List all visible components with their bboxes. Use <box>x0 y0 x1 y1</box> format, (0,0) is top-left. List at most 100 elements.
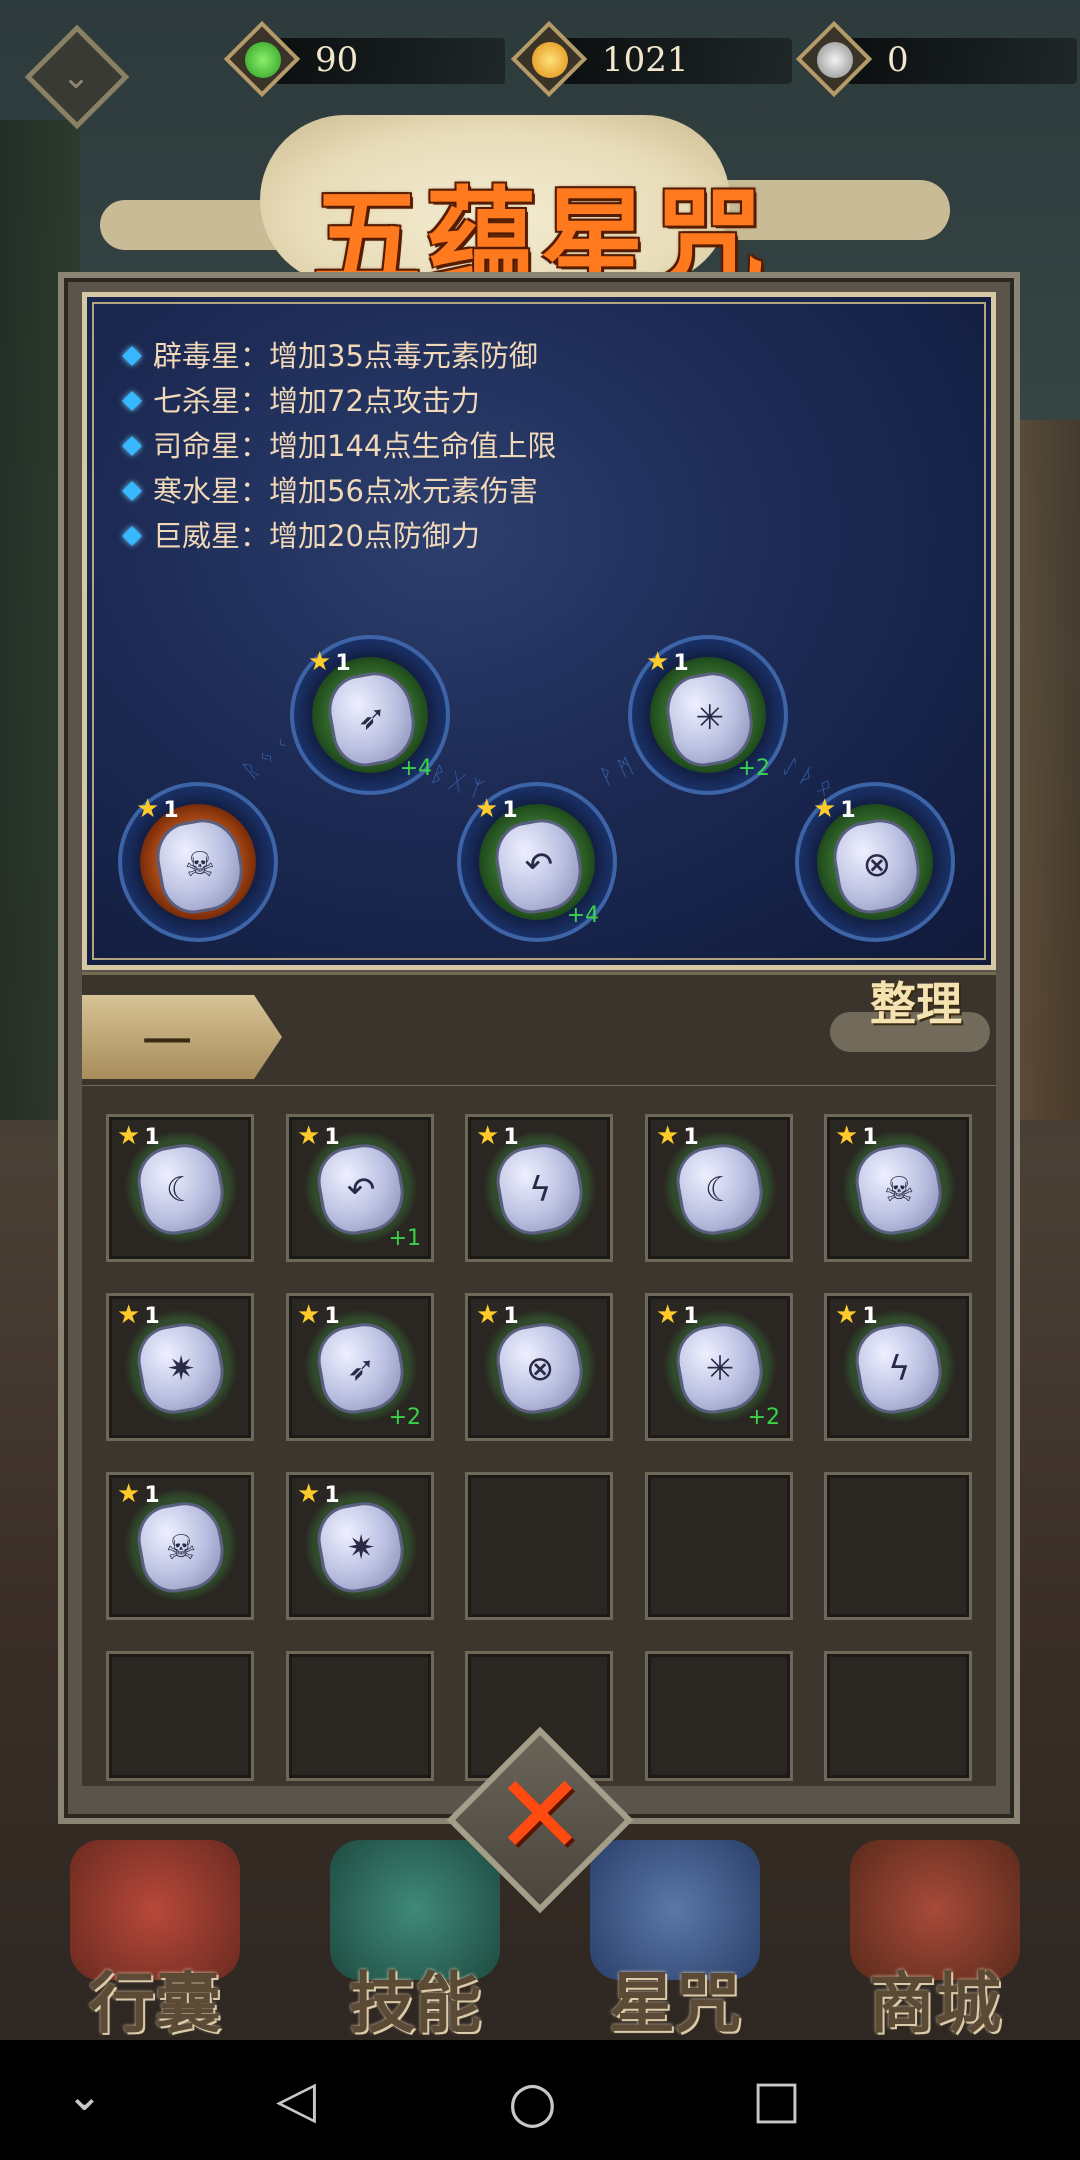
back-triangle-icon[interactable]: ◁ <box>276 2070 316 2130</box>
bonus-line: 寒水星：增加56点冰元素伤害 <box>122 468 538 510</box>
empty-inventory-cell[interactable] <box>645 1472 793 1620</box>
star-icon: ★ <box>835 1121 859 1151</box>
tab-page-one[interactable]: 一 <box>82 995 282 1079</box>
inventory-cell[interactable]: ↶ ★ 1 +1 <box>286 1114 434 1262</box>
diamond-bullet-icon <box>122 346 142 366</box>
star-level: ★ 1 <box>297 1121 340 1151</box>
nav-bag[interactable]: 行囊 <box>40 1830 270 2042</box>
empty-inventory-cell[interactable] <box>465 1472 613 1620</box>
background-building <box>1010 420 1080 1120</box>
star-icon: ★ <box>813 794 837 824</box>
empty-inventory-cell[interactable] <box>106 1651 254 1781</box>
inventory-cell[interactable]: ☠ ★ 1 <box>824 1114 972 1262</box>
star-level: ★ 1 <box>117 1300 160 1330</box>
skull-icon: ☠ <box>184 845 216 886</box>
equipped-slot[interactable]: ➶ ★ 1 +4 <box>290 635 450 795</box>
recents-square-icon[interactable]: □ <box>752 2070 801 2130</box>
diamond-bullet-icon <box>122 481 142 501</box>
resource-bar <box>847 38 1077 84</box>
star-icon: ★ <box>476 1300 500 1330</box>
skull-icon: ☠ <box>165 1527 197 1568</box>
yin-yang-icon <box>795 20 873 98</box>
snowflake-icon: ✳ <box>705 1348 735 1389</box>
star-level: ★ 1 <box>835 1300 878 1330</box>
star-icon: ★ <box>136 794 160 824</box>
equipped-slot[interactable]: ↶ ★ 1 +4 <box>457 782 617 942</box>
resource-bar <box>275 38 505 84</box>
menu-toggle-button[interactable]: ⌄ <box>22 22 132 132</box>
empty-inventory-cell[interactable] <box>645 1651 793 1781</box>
star-icon: ★ <box>117 1479 141 1509</box>
star-icon: ★ <box>117 1121 141 1151</box>
star-level: ★ 1 <box>646 647 689 677</box>
resource-gold: 1021 <box>510 18 792 104</box>
resource-yinyang-value: 0 <box>887 40 909 80</box>
star-icon: ★ <box>117 1300 141 1330</box>
resource-water-value: 90 <box>315 40 359 80</box>
star-level: ★ 1 <box>656 1121 699 1151</box>
star-level: ★ 1 <box>297 1479 340 1509</box>
inventory-cell[interactable]: ➶ ★ 1 +2 <box>286 1293 434 1441</box>
star-icon: ★ <box>297 1300 321 1330</box>
crack-icon: ϟ <box>887 1348 911 1389</box>
bonus-line: 辟毒星：增加35点毒元素防御 <box>122 333 538 375</box>
inventory-cell[interactable]: ϟ ★ 1 <box>824 1293 972 1441</box>
bonus-line: 司命星：增加144点生命值上限 <box>122 423 556 465</box>
bonus-line: 七杀星：增加72点攻击力 <box>122 378 480 420</box>
crack-icon: ϟ <box>528 1169 552 1210</box>
star-level: ★ 1 <box>117 1121 160 1151</box>
sort-button[interactable]: 整理 <box>870 981 962 1027</box>
star-icon: ★ <box>646 647 670 677</box>
inventory-cell[interactable]: ☠ ★ 1 <box>106 1472 254 1620</box>
star-level: ★ 1 <box>475 794 518 824</box>
chevron-down-icon[interactable]: ⌄ <box>66 2070 103 2121</box>
diamond-bullet-icon <box>122 526 142 546</box>
star-icon: ★ <box>656 1300 680 1330</box>
star-level: ★ 1 <box>656 1300 699 1330</box>
star-icon: ★ <box>656 1121 680 1151</box>
star-level: ★ 1 <box>835 1121 878 1151</box>
close-button[interactable]: ✕ <box>440 1720 640 1920</box>
flame-icon: ☾ <box>165 1169 197 1210</box>
sun-shield-icon: ✷ <box>346 1527 376 1568</box>
equipped-slot[interactable]: ✳ ★ 1 +2 <box>628 635 788 795</box>
diamond-bullet-icon <box>122 436 142 456</box>
star-level: ★ 1 <box>297 1300 340 1330</box>
inventory-cell[interactable]: ⊗ ★ 1 <box>465 1293 613 1441</box>
shield-cross-icon: ⊗ <box>862 845 892 886</box>
star-level: ★ 1 <box>476 1121 519 1151</box>
resource-water: 90 <box>223 18 505 104</box>
flex-arm-icon: ↶ <box>524 845 554 886</box>
inventory-cell[interactable]: ✳ ★ 1 +2 <box>645 1293 793 1441</box>
star-icon: ★ <box>297 1479 321 1509</box>
equipped-slot[interactable]: ☠ ★ 1 <box>118 782 278 942</box>
nav-shop[interactable]: 商城 <box>820 1830 1050 2042</box>
star-icon: ★ <box>475 794 499 824</box>
water-drop-icon <box>223 20 301 98</box>
enhance-level: +2 <box>388 1405 421 1430</box>
system-navigation-bar: ⌄ ◁ ○ □ <box>0 2040 1080 2160</box>
star-level: ★ 1 <box>476 1300 519 1330</box>
inventory-cell[interactable]: ☾ ★ 1 <box>645 1114 793 1262</box>
inventory-cell[interactable]: ✷ ★ 1 <box>106 1293 254 1441</box>
sun-shield-icon: ✷ <box>166 1348 196 1389</box>
diamond-bullet-icon <box>122 391 142 411</box>
inventory-cell[interactable]: ϟ ★ 1 <box>465 1114 613 1262</box>
home-circle-icon[interactable]: ○ <box>508 2070 557 2135</box>
star-level: ★ 1 <box>117 1479 160 1509</box>
enhance-level: +2 <box>747 1405 780 1430</box>
star-level: ★ 1 <box>813 794 856 824</box>
inventory-cell[interactable]: ✷ ★ 1 <box>286 1472 434 1620</box>
star-icon: ★ <box>297 1121 321 1151</box>
enhance-level: +2 <box>737 756 770 781</box>
equipped-slot[interactable]: ⊗ ★ 1 <box>795 782 955 942</box>
inventory-cell[interactable]: ☾ ★ 1 <box>106 1114 254 1262</box>
gold-coin-icon <box>510 20 588 98</box>
shield-cross-icon: ⊗ <box>525 1348 555 1389</box>
arrow-icon: ➶ <box>346 1348 376 1389</box>
empty-inventory-cell[interactable] <box>286 1651 434 1781</box>
skull-icon: ☠ <box>883 1169 915 1210</box>
enhance-level: +1 <box>388 1226 421 1251</box>
empty-inventory-cell[interactable] <box>824 1651 972 1781</box>
empty-inventory-cell[interactable] <box>824 1472 972 1620</box>
